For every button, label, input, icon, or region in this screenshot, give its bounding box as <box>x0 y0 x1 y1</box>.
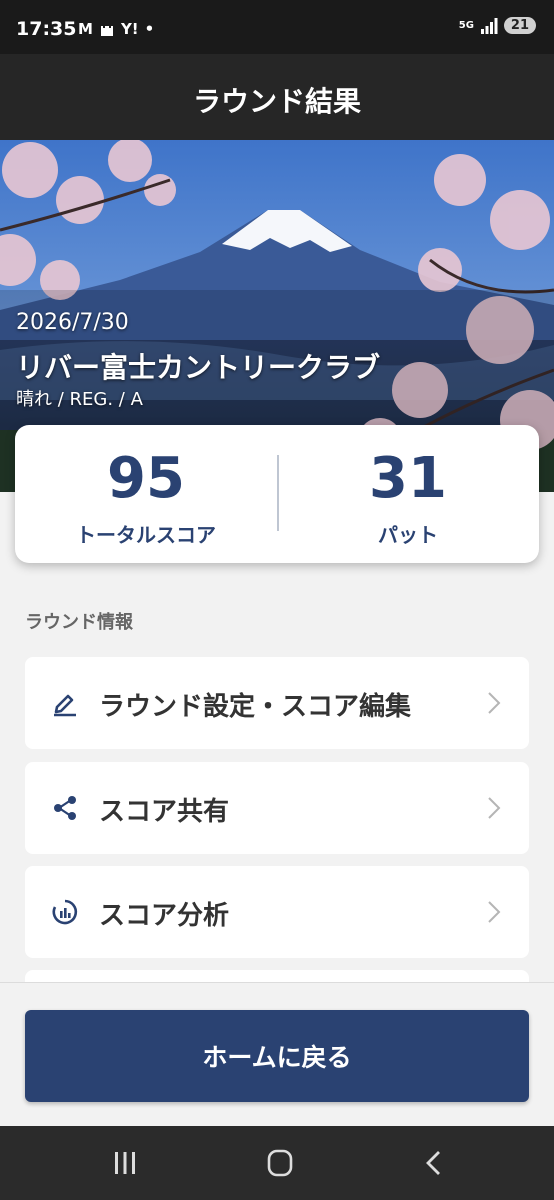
menu-item-round-settings[interactable]: ラウンド設定・スコア編集 <box>25 657 529 749</box>
gmail-icon: M <box>78 20 93 38</box>
menu-item-score-share[interactable]: スコア共有 <box>25 762 529 854</box>
status-time: 17:35 <box>16 18 77 40</box>
system-nav-bar <box>0 1126 554 1200</box>
round-date: 2026/7/30 <box>16 310 129 335</box>
menu-item-label: スコア共有 <box>99 797 230 827</box>
battery-indicator: 21 <box>503 17 536 34</box>
total-score: 95 トータルスコア <box>15 447 277 548</box>
course-name: リバー富士カントリークラブ <box>16 351 381 384</box>
putt-value: 31 <box>369 446 447 511</box>
pencil-icon <box>54 694 76 717</box>
menu-item-label: ラウンド設定・スコア編集 <box>99 692 412 722</box>
chevron-right-icon <box>488 692 501 714</box>
yahoo-icon: Y! <box>120 20 139 38</box>
home-nav-icon[interactable] <box>260 1148 300 1178</box>
page-title: ラウンド結果 <box>192 85 361 118</box>
signal-icon <box>480 17 498 34</box>
round-conditions: 晴れ / REG. / A <box>16 389 143 410</box>
putt-score: 31 パット <box>277 447 539 548</box>
score-summary-card: 95 トータルスコア 31 パット <box>15 425 539 563</box>
menu-item-label: スコア分析 <box>99 901 230 931</box>
menu-item-score-analysis[interactable]: スコア分析 <box>25 866 529 958</box>
status-indicators: 5G 21 <box>459 17 536 34</box>
chevron-right-icon <box>488 901 501 923</box>
section-title: ラウンド情報 <box>25 612 133 633</box>
home-button[interactable]: ホームに戻る <box>25 1010 529 1102</box>
back-icon[interactable] <box>415 1148 455 1178</box>
notification-icons: M Y! • <box>78 20 154 38</box>
recent-apps-icon[interactable] <box>105 1148 145 1178</box>
putt-label: パット <box>378 523 438 547</box>
castle-icon <box>100 26 113 36</box>
bottom-action-panel: ホームに戻る <box>0 982 554 1126</box>
analysis-icon <box>52 899 78 925</box>
share-icon <box>54 796 76 820</box>
dot-icon: • <box>144 20 155 38</box>
total-score-value: 95 <box>107 446 185 511</box>
status-bar: 17:35 M Y! • 5G 21 <box>0 0 554 54</box>
app-bar: ラウンド結果 <box>0 54 554 140</box>
chevron-right-icon <box>488 797 501 819</box>
network-type: 5G <box>458 19 474 31</box>
total-score-label: トータルスコア <box>76 523 216 547</box>
